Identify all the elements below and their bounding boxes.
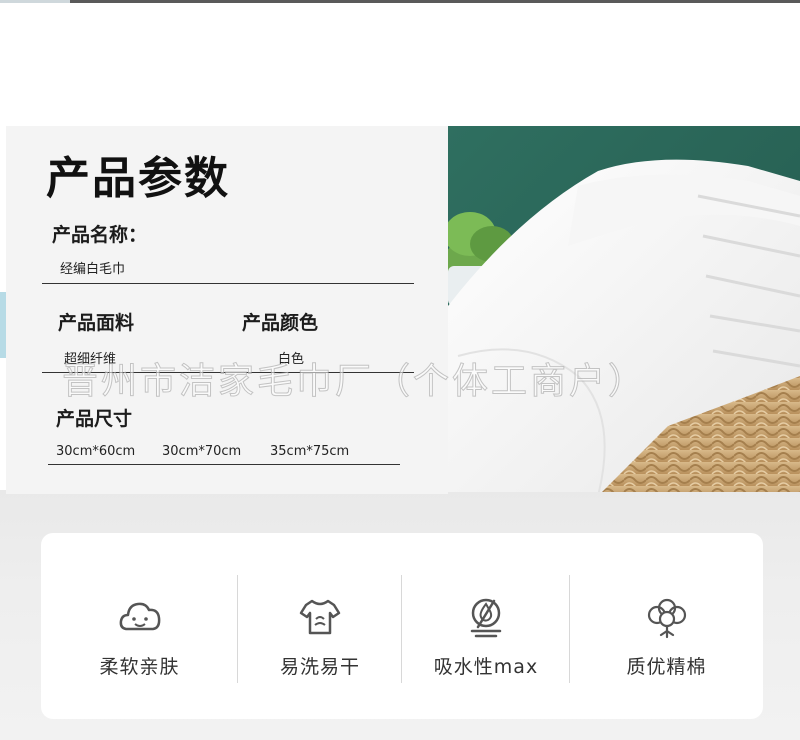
color-label: 产品颜色 (242, 312, 319, 334)
material-value: 超细纤维 (64, 352, 117, 367)
material-label: 产品面料 (58, 312, 135, 334)
size-value-3: 35cm*75cm (270, 444, 350, 459)
product-name-value: 经编白毛巾 (60, 262, 126, 277)
name-rule (42, 283, 414, 284)
params-title: 产品参数 (46, 153, 230, 204)
feature-soft-label: 柔软亲肤 (99, 656, 180, 678)
water-absorb-icon (470, 598, 502, 638)
feature-easy-wash: 易洗易干 (238, 533, 402, 719)
color-value: 白色 (278, 352, 305, 367)
size-label: 产品尺寸 (56, 408, 133, 430)
size-value-1: 30cm*60cm (56, 444, 136, 459)
product-name-label: 产品名称： (52, 224, 148, 246)
cotton-flower-icon (647, 598, 686, 639)
size-rule (48, 464, 400, 465)
size-value-2: 30cm*70cm (162, 444, 242, 459)
feature-cotton-label: 质优精棉 (626, 656, 707, 678)
material-rule (42, 372, 414, 373)
feature-absorb: 吸水性max (402, 533, 570, 719)
tshirt-icon (299, 599, 341, 635)
cloud-face-icon (119, 602, 160, 631)
feature-soft: 柔软亲肤 (41, 533, 238, 719)
product-params-panel: 产品参数 产品名称： 经编白毛巾 产品面料 超细纤维 产品颜色 白色 产品尺寸 … (6, 126, 448, 494)
features-card: 柔软亲肤 易洗易干 吸水性max 质优精棉 (41, 533, 763, 719)
feature-absorb-label: 吸水性max (433, 656, 539, 678)
feature-cotton: 质优精棉 (570, 533, 763, 719)
towel-photo (448, 126, 800, 492)
feature-easy-wash-label: 易洗易干 (279, 656, 360, 678)
top-image-edge (0, 0, 800, 3)
